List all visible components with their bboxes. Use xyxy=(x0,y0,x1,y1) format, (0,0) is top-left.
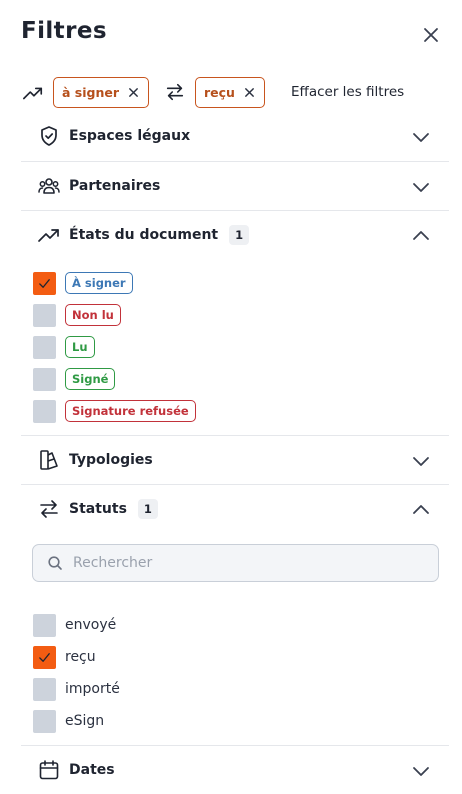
active-filters-bar: à signer reçu Effacer les filtres xyxy=(0,76,462,110)
option-non-lu[interactable]: Non lu xyxy=(33,303,121,327)
checkbox[interactable] xyxy=(33,677,56,701)
search-input[interactable] xyxy=(73,555,413,571)
option-label: reçu xyxy=(65,649,96,665)
status-badge: Signé xyxy=(65,368,116,390)
chevron-up-icon[interactable] xyxy=(411,500,431,520)
chip-label: reçu xyxy=(204,85,235,100)
panel-title: Filtres xyxy=(21,18,107,44)
section-dates[interactable]: Dates xyxy=(21,746,449,794)
active-filter-chip-recu[interactable]: reçu xyxy=(195,77,265,108)
section-label: Statuts xyxy=(69,501,127,517)
status-badge: À signer xyxy=(65,272,133,294)
section-partenaires[interactable]: Partenaires xyxy=(21,162,449,210)
option-importe[interactable]: importé xyxy=(33,677,120,701)
status-badge: Non lu xyxy=(65,304,121,326)
check-icon xyxy=(39,652,50,662)
chevron-down-icon[interactable] xyxy=(411,451,431,471)
shield-check-icon xyxy=(37,124,61,148)
section-label: Partenaires xyxy=(69,178,161,194)
status-search-field[interactable] xyxy=(32,544,439,582)
checkbox[interactable] xyxy=(33,399,56,423)
calendar-icon xyxy=(37,758,61,782)
arrows-swap-icon xyxy=(164,81,186,103)
chevron-up-icon[interactable] xyxy=(411,226,431,246)
section-etats-document[interactable]: États du document 1 xyxy=(21,211,449,259)
option-signe[interactable]: Signé xyxy=(33,367,116,391)
checkbox[interactable] xyxy=(33,709,56,733)
x-icon[interactable] xyxy=(244,87,255,98)
clear-filters-link[interactable]: Effacer les filtres xyxy=(291,84,404,100)
checkbox-checked[interactable] xyxy=(33,271,56,295)
chip-label: à signer xyxy=(62,85,120,100)
option-esign[interactable]: eSign xyxy=(33,709,104,733)
section-label: Typologies xyxy=(69,452,153,468)
option-recu[interactable]: reçu xyxy=(33,645,96,669)
x-icon[interactable] xyxy=(128,87,139,98)
option-label: importé xyxy=(65,681,120,697)
section-label: Dates xyxy=(69,762,115,778)
status-badge: Lu xyxy=(65,336,95,358)
option-signature-refusee[interactable]: Signature refusée xyxy=(33,399,196,423)
shapes-icon xyxy=(37,448,61,472)
checkbox-checked[interactable] xyxy=(33,645,56,669)
selected-count-badge: 1 xyxy=(229,225,250,245)
section-statuts[interactable]: Statuts 1 xyxy=(21,485,449,533)
trending-up-icon xyxy=(22,82,44,104)
option-label: envoyé xyxy=(65,617,117,633)
option-envoye[interactable]: envoyé xyxy=(33,613,116,637)
checkbox[interactable] xyxy=(33,367,56,391)
chevron-down-icon[interactable] xyxy=(411,127,431,147)
chevron-down-icon[interactable] xyxy=(411,761,431,781)
close-icon[interactable] xyxy=(420,24,442,46)
section-label: États du document xyxy=(69,227,219,243)
checkbox[interactable] xyxy=(33,335,56,359)
status-badge: Signature refusée xyxy=(65,400,196,422)
check-icon xyxy=(39,278,50,288)
search-icon xyxy=(48,556,62,570)
checkbox[interactable] xyxy=(33,613,56,637)
selected-count-badge: 1 xyxy=(137,499,158,519)
section-label: Espaces légaux xyxy=(69,128,191,144)
chevron-down-icon[interactable] xyxy=(411,177,431,197)
option-label: eSign xyxy=(65,713,105,729)
section-typologies[interactable]: Typologies xyxy=(21,436,449,484)
users-icon xyxy=(37,174,61,198)
option-a-signer[interactable]: À signer xyxy=(33,271,133,295)
arrows-swap-icon xyxy=(37,497,61,521)
section-espaces-legaux[interactable]: Espaces légaux xyxy=(21,112,449,160)
active-filter-chip-a-signer[interactable]: à signer xyxy=(53,77,150,108)
option-lu[interactable]: Lu xyxy=(33,335,95,359)
checkbox[interactable] xyxy=(33,303,56,327)
trending-up-icon xyxy=(37,223,61,247)
